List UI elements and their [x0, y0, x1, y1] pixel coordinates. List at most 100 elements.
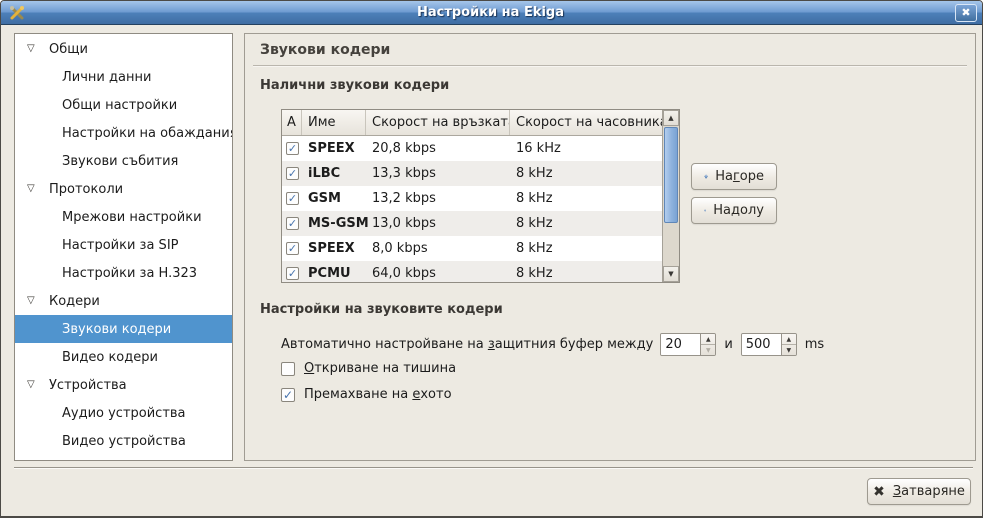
tree-item-h323-settings[interactable]: Настройки за H.323: [15, 259, 232, 287]
arrow-down-icon: [704, 203, 706, 218]
tree-group-devices[interactable]: ▽ Устройства: [15, 371, 232, 399]
codec-name: iLBC: [302, 166, 366, 181]
codec-name: SPEEX: [302, 141, 366, 156]
table-scrollbar[interactable]: ▲ ▼: [662, 110, 679, 282]
jitter-conjunction: и: [724, 337, 732, 352]
codec-bitrate: 13,2 kbps: [366, 191, 510, 206]
echo-cancellation-label: Премахване на ехото: [304, 387, 452, 402]
tree-label: Видео кодери: [62, 350, 158, 365]
silence-detection-checkbox[interactable]: [281, 362, 295, 376]
table-row[interactable]: ✓ GSM 13,2 kbps 8 kHz: [282, 186, 679, 211]
scrollbar-thumb[interactable]: [664, 127, 678, 223]
jitter-unit-label: ms: [805, 337, 824, 352]
tools-icon: [8, 4, 26, 22]
col-header-active[interactable]: A: [282, 110, 302, 135]
tree-item-audio-codecs[interactable]: Звукови кодери: [15, 315, 232, 343]
jitter-buffer-label: Автоматично настройване на защитния буфе…: [281, 337, 653, 352]
codec-checkbox[interactable]: ✓: [286, 217, 299, 230]
table-row[interactable]: ✓ PCMU 64,0 kbps 8 kHz: [282, 261, 679, 283]
codec-clockrate: 8 kHz: [510, 241, 679, 256]
silence-detection-label: Откриване на тишина: [304, 361, 456, 376]
window-close-button[interactable]: ✖: [955, 4, 977, 22]
col-header-clockrate[interactable]: Скорост на часовника: [510, 110, 679, 135]
tree-item-general-settings[interactable]: Общи настройки: [15, 91, 232, 119]
tree-group-general[interactable]: ▽ Общи: [15, 35, 232, 63]
spinner-buttons[interactable]: ▲ ▼: [700, 334, 715, 355]
codec-checkbox[interactable]: ✓: [286, 142, 299, 155]
table-row[interactable]: ✓ MS-GSM 13,0 kbps 8 kHz: [282, 211, 679, 236]
tree-item-call-options[interactable]: Настройки на обажданията: [15, 119, 232, 147]
silence-detection-option[interactable]: Откриване на тишина: [281, 361, 456, 376]
settings-section-title: Настройки на звуковите кодери: [260, 302, 503, 317]
tree-group-codecs[interactable]: ▽ Кодери: [15, 287, 232, 315]
spin-up-icon[interactable]: ▲: [701, 334, 715, 345]
spin-up-icon[interactable]: ▲: [782, 334, 796, 345]
echo-cancellation-option[interactable]: ✓ Премахване на ехото: [281, 387, 452, 402]
tree-label: Звукови събития: [62, 154, 178, 169]
move-down-button[interactable]: Надолу: [691, 197, 777, 224]
title-separator: [253, 65, 967, 67]
close-x-icon: ✖: [873, 484, 885, 500]
expander-icon[interactable]: ▽: [27, 44, 42, 54]
tree-item-personal-data[interactable]: Лични данни: [15, 63, 232, 91]
tree-label: Общи: [49, 42, 88, 57]
scroll-down-icon[interactable]: ▼: [663, 266, 679, 282]
expander-icon[interactable]: ▽: [27, 296, 42, 306]
codec-clockrate: 8 kHz: [510, 166, 679, 181]
codec-table-body: ✓ SPEEX 20,8 kbps 16 kHz ✓ iLBC 13,3 kbp…: [282, 136, 679, 283]
codec-name: PCMU: [302, 266, 366, 281]
jitter-min-spinner[interactable]: ▲ ▼: [660, 333, 716, 356]
move-up-label: Нагоре: [715, 169, 764, 184]
jitter-max-spinner[interactable]: ▲ ▼: [741, 333, 797, 356]
codec-table-header: A Име Скорост на връзката Скорост на час…: [282, 110, 679, 136]
tree-item-audio-devices[interactable]: Аудио устройства: [15, 399, 232, 427]
preferences-window: Настройки на Ekiga ✖ ▽ Общи Лични данни …: [0, 0, 983, 518]
codec-checkbox[interactable]: ✓: [286, 192, 299, 205]
tree-item-video-codecs[interactable]: Видео кодери: [15, 343, 232, 371]
arrow-up-icon: [704, 169, 708, 184]
tree-label: Устройства: [49, 378, 127, 393]
codec-checkbox[interactable]: ✓: [286, 242, 299, 255]
codec-checkbox[interactable]: ✓: [286, 267, 299, 280]
preferences-tree: ▽ Общи Лични данни Общи настройки Настро…: [14, 33, 233, 461]
jitter-max-input[interactable]: [742, 334, 781, 355]
tree-label: Звукови кодери: [62, 322, 171, 337]
spin-down-icon[interactable]: ▼: [701, 345, 715, 355]
scroll-up-icon[interactable]: ▲: [663, 110, 679, 126]
codec-clockrate: 8 kHz: [510, 191, 679, 206]
tree-label: Мрежови настройки: [62, 210, 202, 225]
col-header-bitrate[interactable]: Скорост на връзката: [366, 110, 510, 135]
audio-codecs-panel: Звукови кодери Налични звукови кодери A …: [244, 33, 976, 461]
tree-label: Аудио устройства: [62, 406, 186, 421]
expander-icon[interactable]: ▽: [27, 184, 42, 194]
tree-item-sip-settings[interactable]: Настройки за SIP: [15, 231, 232, 259]
tree-item-video-devices[interactable]: Видео устройства: [15, 427, 232, 455]
tree-label: Лични данни: [62, 70, 151, 85]
tree-label: Кодери: [49, 294, 100, 309]
close-button-label: Затваряне: [893, 484, 965, 499]
codec-name: SPEEX: [302, 241, 366, 256]
codec-checkbox[interactable]: ✓: [286, 167, 299, 180]
codec-bitrate: 13,3 kbps: [366, 166, 510, 181]
tree-item-sound-events[interactable]: Звукови събития: [15, 147, 232, 175]
jitter-min-input[interactable]: [661, 334, 700, 355]
codec-table: A Име Скорост на връзката Скорост на час…: [281, 109, 680, 283]
tree-item-network-settings[interactable]: Мрежови настройки: [15, 203, 232, 231]
col-header-name[interactable]: Име: [302, 110, 366, 135]
page-title: Звукови кодери: [260, 42, 390, 58]
echo-cancellation-checkbox[interactable]: ✓: [281, 388, 295, 402]
tree-label: Настройки за SIP: [62, 238, 179, 253]
close-button[interactable]: ✖ Затваряне: [867, 478, 971, 505]
table-row[interactable]: ✓ SPEEX 8,0 kbps 8 kHz: [282, 236, 679, 261]
titlebar[interactable]: Настройки на Ekiga ✖: [1, 1, 982, 25]
spin-down-icon[interactable]: ▼: [782, 345, 796, 355]
table-row[interactable]: ✓ iLBC 13,3 kbps 8 kHz: [282, 161, 679, 186]
table-row[interactable]: ✓ SPEEX 20,8 kbps 16 kHz: [282, 136, 679, 161]
codecs-section-title: Налични звукови кодери: [260, 78, 449, 93]
tree-group-protocols[interactable]: ▽ Протоколи: [15, 175, 232, 203]
codec-bitrate: 13,0 kbps: [366, 216, 510, 231]
codec-clockrate: 8 kHz: [510, 266, 679, 281]
spinner-buttons[interactable]: ▲ ▼: [781, 334, 796, 355]
move-up-button[interactable]: Нагоре: [691, 163, 777, 190]
expander-icon[interactable]: ▽: [27, 380, 42, 390]
